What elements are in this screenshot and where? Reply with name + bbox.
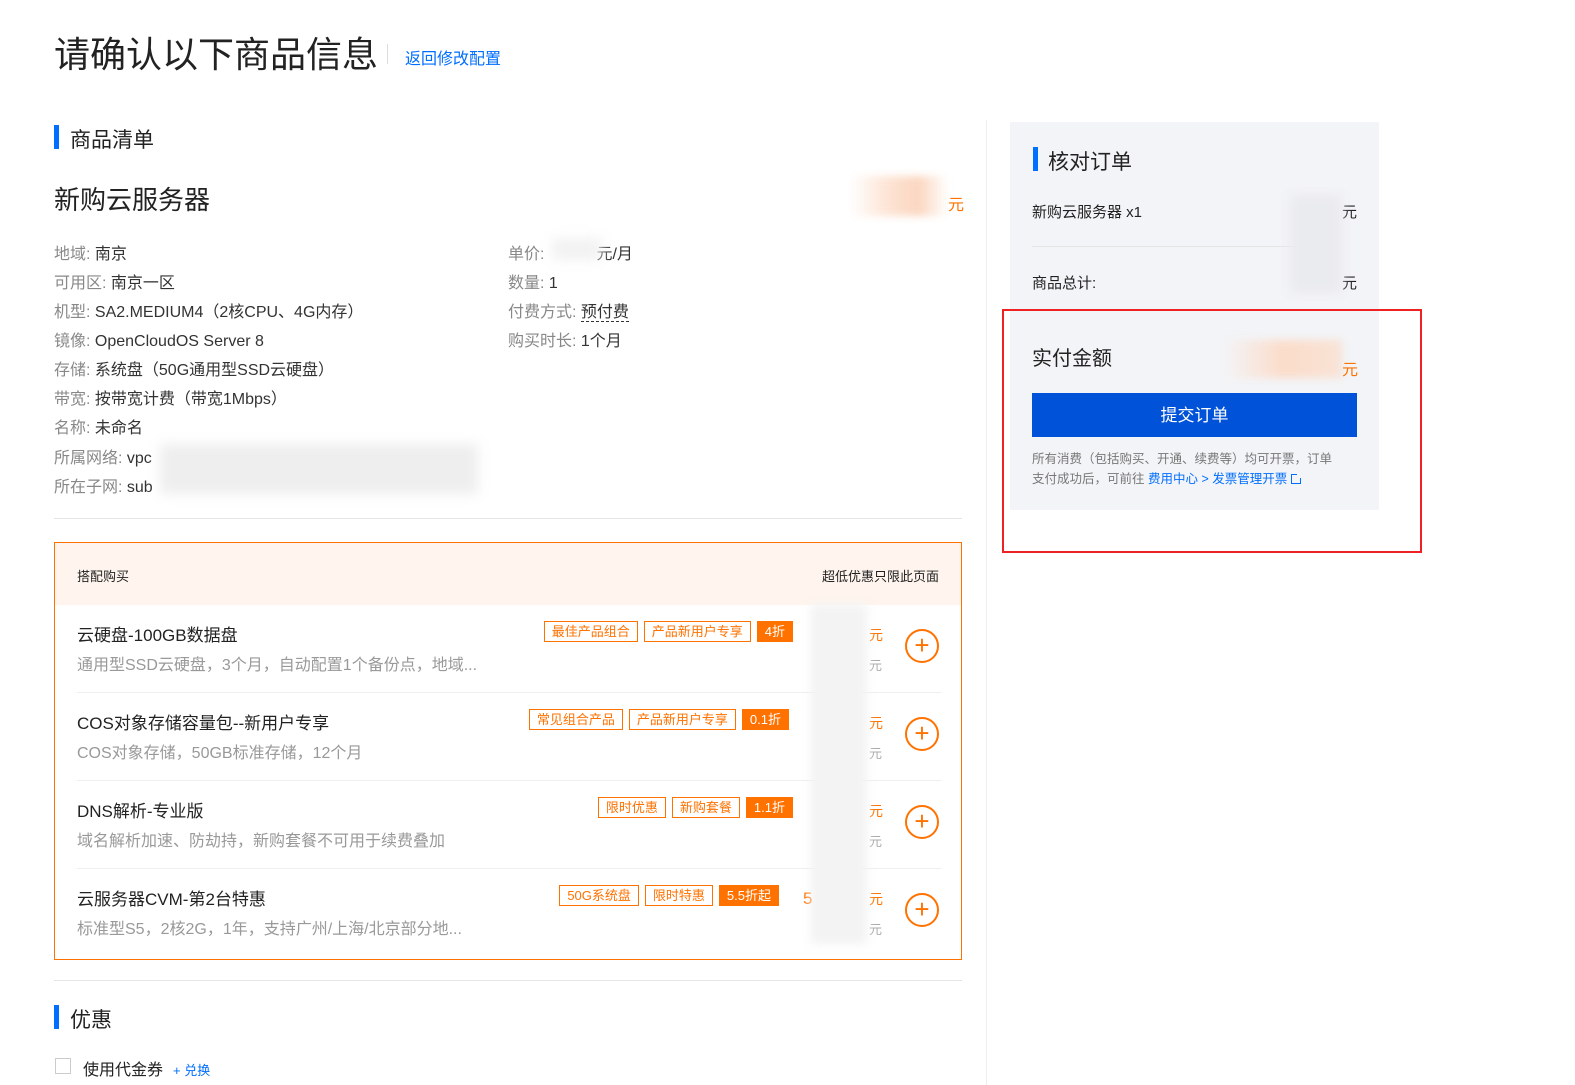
order-item-unit: 元: [1342, 204, 1358, 221]
spec-network: 所属网络: vpc: [54, 450, 152, 467]
product-list-title: 商品清单: [70, 129, 154, 152]
addon-tag: 限时优惠: [597, 797, 666, 818]
network-redacted: [160, 444, 478, 494]
order-item-label: 新购云服务器 x1: [1032, 204, 1143, 221]
title-divider: [387, 44, 388, 64]
addon-desc: 标准型S5，2核2G，1年，支持广州/上海/北京部分地...: [77, 921, 462, 938]
addon-original-price-unit: 元: [869, 834, 883, 849]
unit-price-redacted: [552, 238, 602, 260]
addon-price-unit: 元: [869, 627, 883, 643]
spec-bandwidth: 带宽: 按带宽计费（带宽1Mbps）: [54, 391, 287, 408]
addon-discount-badge: 5.5折起: [718, 885, 779, 906]
addon-tag: 产品新用户专享: [628, 709, 736, 730]
summary-prices-redacted: [1290, 195, 1342, 293]
add-addon-button[interactable]: +: [905, 629, 939, 663]
product-name: 新购云服务器: [54, 185, 211, 215]
addon-tag: 新购套餐: [671, 797, 740, 818]
spec-instance-type: 机型: SA2.MEDIUM4（2核CPU、4G内存）: [54, 304, 364, 321]
page-title: 请确认以下商品信息: [54, 34, 379, 75]
spec-quantity: 数量: 1: [508, 275, 558, 292]
addon-desc: COS对象存储，50GB标准存储，12个月: [77, 745, 363, 762]
spec-storage: 存储: 系统盘（50G通用型SSD云硬盘）: [54, 362, 335, 379]
addon-tags: 50G系统盘 限时特惠 5.5折起: [553, 885, 779, 906]
addon-name: COS对象存储容量包--新用户专享: [77, 714, 330, 733]
back-to-config-link[interactable]: 返回修改配置: [405, 45, 501, 69]
spec-image: 镜像: OpenCloudOS Server 8: [54, 333, 264, 350]
addon-original-price-unit: 元: [869, 658, 883, 673]
voucher-label: 使用代金券: [83, 1062, 164, 1079]
spec-region: 地域: 南京: [54, 246, 127, 263]
addon-name: DNS解析-专业版: [77, 802, 204, 821]
addon-name: 云硬盘-100GB数据盘: [77, 626, 238, 645]
addon-discount-badge: 0.1折: [741, 709, 789, 730]
section-marker: [54, 125, 59, 149]
addon-tag: 常见组合产品: [528, 709, 623, 730]
summary-divider: [1032, 246, 1316, 247]
addon-price-unit: 元: [869, 715, 883, 731]
section-marker: [54, 1005, 59, 1029]
addon-tags: 常见组合产品 产品新用户专享 0.1折: [523, 709, 789, 730]
order-summary-title: 核对订单: [1048, 151, 1132, 174]
addon-tag: 产品新用户专享: [643, 621, 751, 642]
addon-name: 云服务器CVM-第2台特惠: [77, 890, 266, 909]
spec-duration: 购买时长: 1个月: [508, 333, 622, 350]
addon-discount-badge: 4折: [756, 621, 793, 642]
addon-desc: 域名解析加速、防劫持，新购套餐不可用于续费叠加: [77, 833, 446, 850]
addon-tag: 最佳产品组合: [543, 621, 638, 642]
add-addon-button[interactable]: +: [905, 717, 939, 751]
addon-tag: 50G系统盘: [559, 885, 639, 906]
addon-tag: 限时特惠: [644, 885, 713, 906]
addon-tags: 限时优惠 新购套餐 1.1折: [592, 797, 793, 818]
addon-price-unit: 元: [869, 803, 883, 819]
product-price-redacted: [850, 176, 948, 216]
addon-desc: 通用型SSD云硬盘，3个月，自动配置1个备份点，地域...: [77, 657, 478, 674]
section-divider: [54, 518, 962, 519]
column-divider: [986, 120, 987, 1085]
highlight-frame: [1002, 309, 1422, 553]
add-addon-button[interactable]: +: [905, 805, 939, 839]
addon-prices-redacted: [811, 604, 867, 944]
discount-title: 优惠: [70, 1009, 112, 1032]
voucher-checkbox[interactable]: [55, 1058, 71, 1074]
bundle-header-title: 搭配购买: [77, 569, 130, 584]
spec-name: 名称: 未命名: [54, 420, 143, 437]
spec-zone: 可用区: 南京一区: [54, 275, 175, 292]
addon-discount-badge: 1.1折: [745, 797, 793, 818]
product-price-unit: 元: [948, 197, 965, 214]
bundle-header: 搭配购买 超低优惠只限此页面: [55, 543, 961, 605]
redeem-voucher-link[interactable]: + 兑换: [173, 1060, 210, 1079]
total-label: 商品总计:: [1032, 275, 1097, 292]
addon-original-price-unit: 元: [869, 922, 883, 937]
section-marker: [1033, 147, 1038, 171]
spec-payment-mode: 付费方式: 预付费: [508, 304, 629, 322]
addon-tags: 最佳产品组合 产品新用户专享 4折: [538, 621, 793, 642]
total-unit: 元: [1342, 275, 1358, 292]
add-addon-button[interactable]: +: [905, 893, 939, 927]
addon-price-unit: 元: [869, 891, 883, 907]
section-divider: [54, 980, 962, 981]
bundle-header-note: 超低优惠只限此页面: [821, 569, 939, 584]
addon-original-price-unit: 元: [869, 746, 883, 761]
spec-subnet: 所在子网: sub: [54, 479, 153, 496]
